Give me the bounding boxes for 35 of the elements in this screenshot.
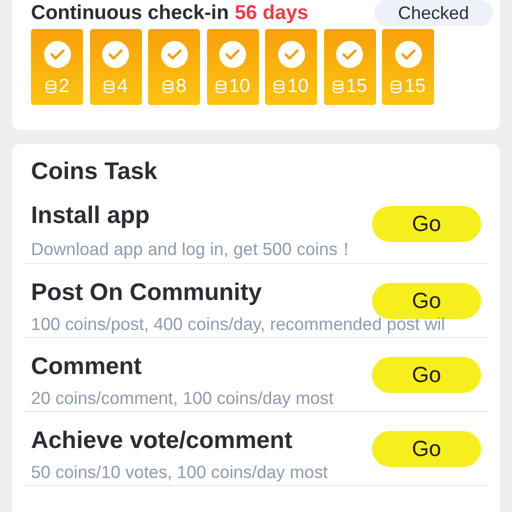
section-title: Coins Task [31, 158, 158, 186]
coin-stack-icon [390, 80, 402, 94]
checkin-label: Continuous check-in [31, 2, 229, 24]
coin-stack-icon [273, 80, 286, 94]
go-button[interactable]: Go [372, 206, 481, 242]
check-icon [278, 41, 304, 68]
go-button[interactable]: Go [372, 357, 481, 393]
task-title: Achieve vote/comment [31, 427, 292, 455]
coin-amount: 15 [404, 76, 426, 98]
task-description: Download app and log in, get 500 coins！ [31, 238, 356, 261]
check-icon [102, 41, 129, 68]
task-description: 20 coins/comment, 100 coins/day most [31, 388, 335, 409]
coin-stack-icon [214, 80, 227, 94]
coin-amount: 8 [176, 76, 186, 98]
check-icon [160, 41, 188, 68]
coin-amount: 15 [346, 76, 368, 98]
coin-stack-icon [44, 80, 57, 94]
coin-stack-icon [103, 80, 116, 94]
task-title: Install app [31, 202, 150, 230]
task-description: 50 coins/10 votes, 100 coins/day most [31, 462, 329, 483]
coin-amount: 4 [117, 76, 128, 98]
check-icon [394, 41, 422, 68]
coin-amount: 10 [228, 76, 250, 98]
coin-amount: 2 [58, 76, 70, 98]
checked-button[interactable]: Checked [374, 0, 493, 26]
coin-stack-icon [332, 80, 344, 94]
coin-amount: 10 [287, 76, 309, 98]
check-icon [336, 41, 363, 68]
check-icon [219, 41, 246, 68]
coin-stack-icon [162, 80, 174, 94]
task-title: Post On Community [31, 279, 262, 307]
check-icon [44, 41, 70, 68]
task-title: Comment [31, 353, 142, 381]
streak-count: 56 days [234, 2, 308, 24]
go-button[interactable]: Go [372, 431, 481, 467]
